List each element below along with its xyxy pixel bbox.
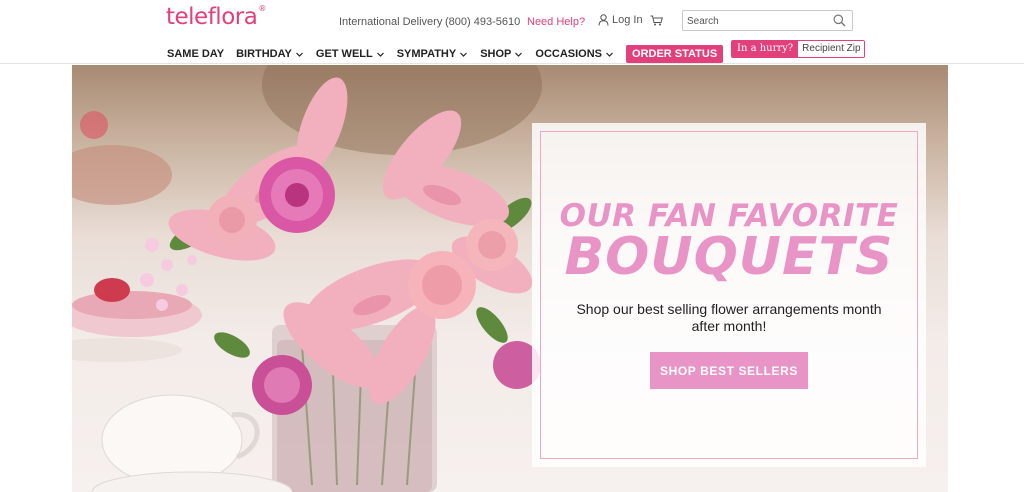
nav-same-day-label: SAME DAY bbox=[167, 48, 225, 60]
nav-get-well[interactable]: GET WELL bbox=[316, 48, 385, 60]
in-a-hurry-label: In a hurry? bbox=[732, 41, 799, 57]
nav-shop-label: SHOP bbox=[480, 48, 512, 60]
nav-sympathy[interactable]: SYMPATHY bbox=[397, 48, 469, 60]
nav-shop[interactable]: SHOP bbox=[480, 48, 523, 60]
search-input[interactable] bbox=[683, 12, 823, 31]
logo-registered-mark: ® bbox=[258, 4, 266, 13]
international-delivery-link[interactable]: International Delivery bbox=[339, 16, 442, 28]
nav-occasions-label: OCCASIONS bbox=[535, 48, 603, 60]
nav-birthday-label: BIRTHDAY bbox=[236, 48, 292, 60]
site-header: teleflora® International Delivery (800) … bbox=[0, 0, 1024, 64]
cart-icon[interactable] bbox=[650, 15, 663, 26]
recipient-zip-widget: In a hurry? bbox=[731, 40, 866, 58]
chevron-down-icon bbox=[606, 52, 613, 57]
order-status-button[interactable]: ORDER STATUS bbox=[626, 45, 724, 63]
chevron-down-icon bbox=[460, 52, 468, 57]
logo-text[interactable]: teleflora bbox=[166, 4, 258, 30]
chevron-down-icon bbox=[515, 52, 523, 57]
login-label: Log In bbox=[612, 14, 643, 26]
phone-number[interactable]: (800) 493-5610 bbox=[445, 16, 520, 28]
search-icon[interactable] bbox=[833, 14, 846, 27]
nav-get-well-label: GET WELL bbox=[315, 48, 373, 60]
nav-birthday[interactable]: BIRTHDAY bbox=[236, 48, 304, 60]
promo-subtitle: Shop our best selling flower arrangement… bbox=[576, 301, 882, 334]
recipient-zip-input[interactable] bbox=[798, 41, 865, 57]
teleflora-logo[interactable]: teleflora® bbox=[166, 4, 266, 30]
hero-banner[interactable]: OUR FAN FAVORITE BOUQUETS Shop our best … bbox=[72, 65, 948, 492]
chevron-down-icon bbox=[295, 52, 303, 57]
promo-frame bbox=[540, 131, 918, 459]
user-icon bbox=[598, 14, 609, 26]
search-box bbox=[682, 10, 853, 31]
main-nav: SAME DAY BIRTHDAY GET WELL SYMPATHY SHOP… bbox=[167, 45, 724, 63]
promo-panel: OUR FAN FAVORITE BOUQUETS Shop our best … bbox=[532, 123, 926, 467]
promo-title-line2: BOUQUETS bbox=[564, 227, 894, 287]
chevron-down-icon bbox=[376, 52, 384, 57]
nav-same-day[interactable]: SAME DAY bbox=[167, 48, 224, 60]
nav-occasions[interactable]: OCCASIONS bbox=[535, 48, 614, 60]
shop-best-sellers-button[interactable]: SHOP BEST SELLERS bbox=[650, 352, 808, 389]
nav-sympathy-label: SYMPATHY bbox=[396, 48, 457, 60]
need-help-link[interactable]: Need Help? bbox=[527, 16, 585, 28]
login-link[interactable]: Log In bbox=[598, 14, 643, 26]
